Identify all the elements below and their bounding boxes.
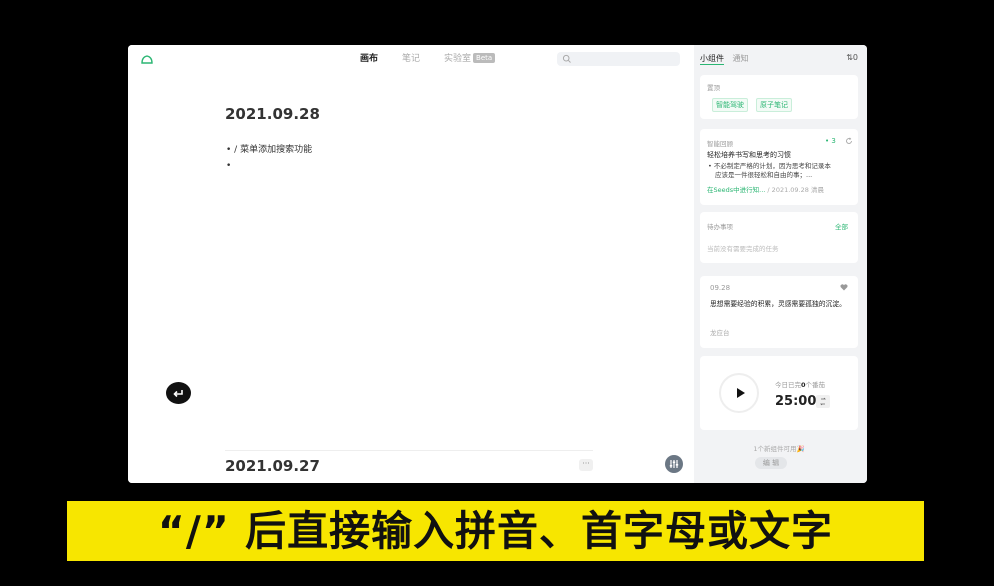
tab-widgets[interactable]: 小组件 [700, 53, 724, 65]
timer-value: 25:00 [775, 394, 817, 409]
edit-widgets-button[interactable]: 编 辑 [755, 457, 787, 469]
previous-date-heading: 2021.09.27 [225, 457, 320, 475]
heart-icon[interactable] [840, 284, 848, 291]
return-button[interactable] [166, 382, 191, 404]
review-heading: 轻松培养书写和思考的习惯 [707, 151, 791, 159]
app-window: 画布 笔记 实验室 Beta 2021.09.28 • / 菜单添加搜索功能 • … [128, 45, 867, 483]
search-input[interactable] [575, 52, 675, 66]
review-source-row: 在Seeds中进行知... / 2021.09.28 清晨 [707, 184, 824, 194]
note-divider [225, 450, 593, 451]
pinned-title: 置顶 [707, 84, 720, 92]
pomodoro-summary-prefix: 今日已完 [775, 381, 801, 389]
play-icon [737, 388, 745, 398]
video-caption: “/” 后直接输入拼音、首字母或文字 [67, 501, 924, 561]
review-title: 智能回顾 [707, 140, 733, 148]
sidebar-header: 小组件 通知 ⇅0 [700, 53, 858, 67]
seeds-logo-icon[interactable] [140, 53, 154, 67]
pinned-tag[interactable]: 原子笔记 [756, 98, 792, 112]
more-button[interactable]: ··· [579, 459, 593, 471]
todo-card: 待办事项 全部 当前没有需要完成的任务 [700, 212, 858, 263]
todo-title: 待办事项 [707, 223, 733, 231]
review-count: • 3 [825, 137, 836, 145]
return-arrow-icon [173, 390, 183, 398]
switch-icon [820, 397, 826, 406]
pomodoro-card: 今日已完0个番茄 25:00 [700, 356, 858, 430]
smart-review-card: 智能回顾 • 3 轻松培养书写和思考的习惯 • 不必制定严格的计划，因为思考和记… [700, 129, 858, 205]
quote-date: 09.28 [710, 284, 731, 292]
tab-notifications[interactable]: 通知 [733, 53, 749, 64]
todo-empty-text: 当前没有需要完成的任务 [707, 245, 779, 253]
tab-lab-label: 实验室 [444, 54, 472, 64]
review-meta: / 2021.09.28 清晨 [767, 186, 824, 194]
search-icon [562, 54, 571, 63]
pinned-card: 置顶 智能驾驶 原子笔记 [700, 75, 858, 119]
widget-sidebar: 小组件 通知 ⇅0 置顶 智能驾驶 原子笔记 智能回顾 • 3 轻松培养书写和思… [694, 45, 867, 483]
pomodoro-summary: 今日已完0个番茄 [775, 379, 825, 389]
refresh-icon[interactable] [845, 137, 853, 145]
tab-notes[interactable]: 笔记 [390, 52, 432, 66]
note-bullet-empty[interactable]: • [226, 161, 231, 171]
settings-button[interactable] [665, 455, 683, 473]
editor-area[interactable]: 画布 笔记 实验室 Beta 2021.09.28 • / 菜单添加搜索功能 • … [128, 45, 690, 483]
pomodoro-summary-suffix: 个番茄 [805, 381, 826, 389]
pinned-tag[interactable]: 智能驾驶 [712, 98, 748, 112]
quote-card: 09.28 思想需要经验的积累，灵感需要孤独的沉淀。 龙应台 [700, 276, 858, 348]
todo-all-link[interactable]: 全部 [835, 221, 848, 231]
search-box[interactable] [557, 52, 680, 66]
tab-canvas[interactable]: 画布 [348, 52, 390, 66]
view-tabs: 画布 笔记 实验室 Beta [348, 52, 507, 66]
beta-badge: Beta [473, 53, 496, 63]
tab-lab[interactable]: 实验室 Beta [432, 52, 507, 66]
quote-text: 思想需要经验的积累，灵感需要孤独的沉淀。 [710, 300, 846, 308]
quote-author: 龙应台 [710, 329, 730, 337]
review-line: 应该是一件很轻松和自由的事；... [715, 171, 813, 179]
new-widget-notice: 1个新组件可用🎉 [753, 445, 805, 453]
review-source-link[interactable]: 在Seeds中进行知... [707, 186, 765, 194]
play-button[interactable] [719, 373, 759, 413]
timer-switch-button[interactable] [816, 395, 830, 408]
sliders-icon [669, 460, 679, 468]
sort-icon[interactable]: ⇅0 [846, 53, 858, 62]
note-date-heading: 2021.09.28 [225, 105, 320, 123]
note-bullet[interactable]: • / 菜单添加搜索功能 [226, 142, 312, 155]
